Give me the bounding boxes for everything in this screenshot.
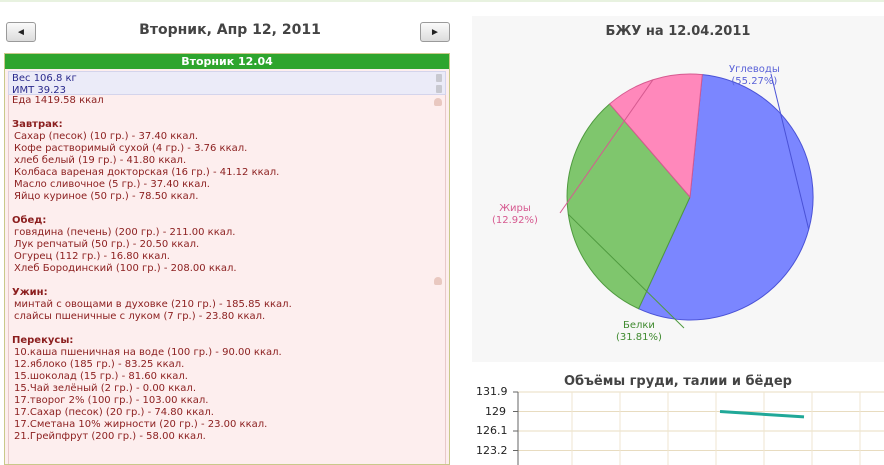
- pie-label-percent: (31.81%): [616, 332, 662, 343]
- list-item: слайсы пшеничные с луком (7 гр.) - 23.80…: [14, 311, 266, 322]
- top-divider: [0, 0, 884, 2]
- list-item: Яйцо куриное (50 гр.) - 78.50 ккал.: [14, 191, 199, 202]
- line-chart-canvas: [513, 391, 884, 465]
- pie-label-percent: (55.27%): [731, 76, 778, 87]
- y-tick-label: 126.1: [476, 424, 508, 437]
- meal-title-breakfast: Завтрак:: [12, 119, 63, 130]
- list-item: хлеб белый (19 гр.) - 41.80 ккал.: [14, 155, 187, 166]
- hand-pointer-icon[interactable]: [434, 98, 442, 106]
- trash-icon[interactable]: [436, 74, 442, 82]
- meal-title-dinner: Ужин:: [12, 287, 48, 298]
- trash-icon[interactable]: [436, 85, 442, 93]
- food-total: Еда 1419.58 ккал: [12, 95, 104, 106]
- list-item: Сахар (песок) (10 гр.) - 37.40 ккал.: [14, 131, 199, 142]
- y-tick-label: 131.9: [476, 385, 508, 398]
- list-item: Огурец (112 гр.) - 16.80 ккал.: [14, 251, 170, 262]
- previous-day-button[interactable]: ◄: [6, 22, 36, 42]
- list-item: 15.Чай зелёный (2 гр.) - 0.00 ккал.: [14, 383, 197, 394]
- meal-title-snacks: Перекусы:: [12, 335, 74, 346]
- date-header: ◄ Вторник, Апр 12, 2011 ►: [0, 16, 452, 48]
- body-metrics[interactable]: Вес 106.8 кг ИМТ 39.23: [8, 71, 446, 96]
- y-tick-label: 129: [485, 404, 506, 418]
- meal-title-lunch: Обед:: [12, 215, 47, 226]
- pie-label-name: Жиры: [499, 203, 531, 214]
- list-item: 10.каша пшеничная на воде (100 гр.) - 90…: [14, 347, 282, 358]
- pie-label-fats: Жиры (12.92%): [492, 203, 538, 227]
- list-item: 17.творог 2% (100 гр.) - 103.00 ккал.: [14, 395, 209, 406]
- list-item: Кофе растворимый сухой (4 гр.) - 3.76 кк…: [14, 143, 248, 154]
- y-tick-label: 123.2: [476, 443, 508, 457]
- measurements-line-chart: Объёмы груди, талии и бёдер 131.9 129 12…: [472, 370, 884, 465]
- list-item: 17.Сметана 10% жирности (20 гр.) - 23.00…: [14, 419, 268, 430]
- pie-label-carbs: Углеводы (55.27%): [729, 64, 780, 88]
- pie-chart-canvas: [559, 73, 814, 329]
- pie-label-percent: (12.92%): [492, 215, 538, 226]
- list-item: Колбаса вареная докторская (16 гр.) - 41…: [14, 167, 280, 178]
- hand-pointer-icon[interactable]: [434, 277, 442, 285]
- day-title-bar[interactable]: Вторник 12.04: [5, 54, 449, 69]
- list-item: Хлеб Бородинский (100 гр.) - 208.00 ккал…: [14, 263, 237, 274]
- day-panel: Вторник 12.04 Вес 106.8 кг ИМТ 39.23 Еда…: [4, 53, 450, 465]
- date-title: Вторник, Апр 12, 2011: [139, 22, 321, 38]
- list-item: Лук репчатый (50 гр.) - 20.50 ккал.: [14, 239, 200, 250]
- list-item: 21.Грейпфрут (200 гр.) - 58.00 ккал.: [14, 431, 206, 442]
- list-item: минтай с овощами в духовке (210 гр.) - 1…: [14, 299, 292, 310]
- weight-value: Вес 106.8 кг: [12, 73, 77, 84]
- list-item: 12.яблоко (185 гр.) - 83.25 ккал.: [14, 359, 185, 370]
- list-item: 17.Сахар (песок) (20 гр.) - 74.80 ккал.: [14, 407, 214, 418]
- food-log[interactable]: Еда 1419.58 ккал Завтрак: Сахар (песок) …: [8, 95, 446, 464]
- next-day-button[interactable]: ►: [420, 22, 450, 42]
- line-series[interactable]: [719, 410, 805, 419]
- nutrient-pie-chart: БЖУ на 12.04.2011 Углеводы (55.27%) Белк…: [472, 16, 884, 362]
- pie-label-protein: Белки (31.81%): [616, 320, 662, 344]
- list-item: говядина (печень) (200 гр.) - 211.00 кка…: [14, 227, 236, 238]
- list-item: Масло сливочное (5 гр.) - 37.40 ккал.: [14, 179, 210, 190]
- list-item: 15.шоколад (15 гр.) - 81.60 ккал.: [14, 371, 188, 382]
- pie-label-name: Белки: [622, 320, 655, 331]
- pie-label-name: Углеводы: [729, 64, 780, 75]
